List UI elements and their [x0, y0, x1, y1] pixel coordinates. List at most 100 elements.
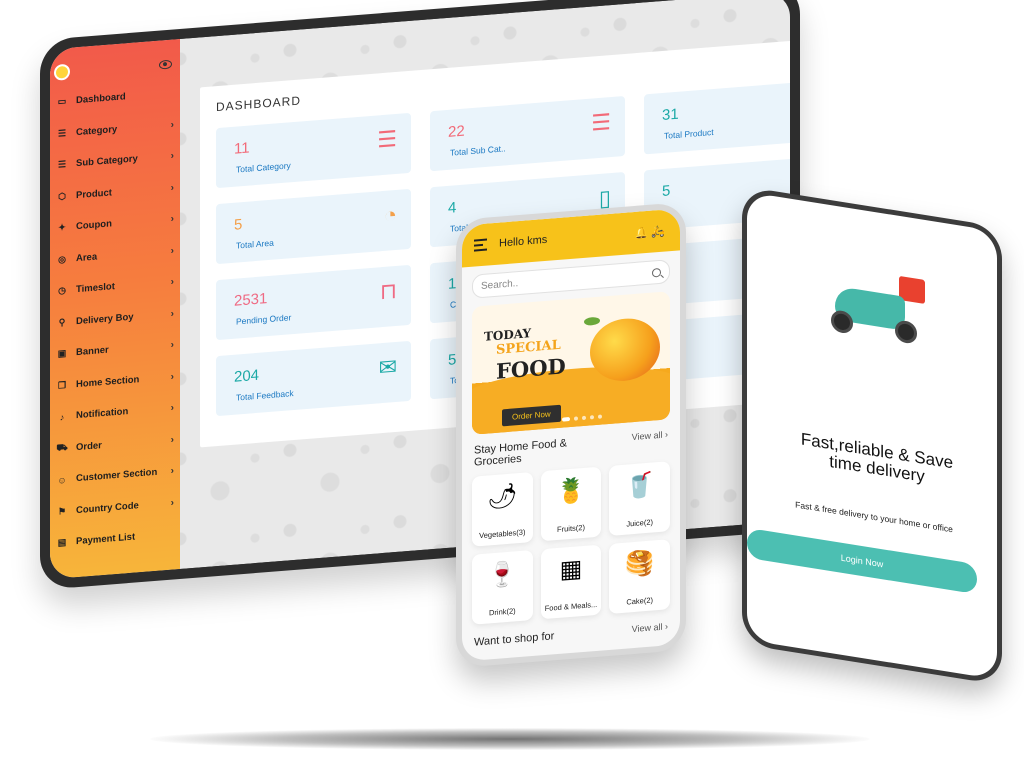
sidebar-item-label: Coupon: [76, 218, 112, 233]
sidebar-item-label: Dashboard: [76, 91, 126, 107]
box-icon: ⬡: [58, 190, 66, 202]
list-icon: ☰: [57, 159, 67, 170]
stat-value: 22: [448, 122, 465, 141]
sidebar-item-label: Delivery Boy: [76, 311, 134, 327]
sidebar-item-label: Order: [76, 439, 102, 453]
category-tile[interactable]: 🍍 Fruits(2): [540, 466, 602, 542]
chevron-right-icon: ›: [170, 371, 174, 383]
delivery-headline: Fast,reliable & Save time delivery: [800, 429, 954, 486]
category-name: Fruits(2): [557, 523, 585, 535]
compass-icon: ◎: [58, 253, 66, 265]
chevron-right-icon: ›: [170, 213, 174, 225]
category-name: Vegetables(3): [479, 527, 526, 541]
copy-icon: ❐: [57, 379, 67, 391]
category-tile[interactable]: 🍷 Drink(2): [472, 550, 533, 625]
pie-chart-icon: ◔: [383, 201, 397, 228]
stat-label: Total Category: [236, 160, 291, 175]
sidebar-item-label: Area: [76, 251, 98, 264]
stat-card[interactable]: 2531 Pending Order ⊓: [216, 264, 411, 341]
admin-tablet: ▭ Dashboard ☰ Category › ☰ Sub Category › ⬡ Produ…: [40, 0, 800, 590]
wine-icon: 🍷: [487, 560, 518, 590]
stat-card[interactable]: 22 Total Sub Cat.. ☰: [430, 95, 625, 172]
header-icons: 🔔🛵: [635, 224, 668, 240]
device-shadow: [150, 728, 870, 750]
app-header: Hello kms 🔔🛵: [462, 208, 680, 268]
flag-icon: ⚑: [57, 505, 67, 517]
stat-label: Total Product: [664, 126, 714, 141]
sidebar-item-label: Sub Category: [76, 153, 138, 170]
stat-label: Total Feedback: [236, 388, 294, 403]
bell-icon: ♪: [59, 411, 65, 423]
sidebar-item-label: Customer Section: [76, 467, 158, 485]
stat-value: 2531: [234, 290, 268, 310]
category-tile[interactable]: 🥞 Cake(2): [609, 539, 670, 615]
stat-label: Total Sub Cat..: [450, 143, 506, 158]
sidebar-item-label: Banner: [76, 344, 109, 359]
menu-icon[interactable]: [474, 238, 487, 252]
sidebar-item-label: Timeslot: [76, 281, 115, 296]
juice-icon: 🥤: [624, 471, 655, 501]
stat-value: 31: [662, 105, 679, 125]
category-tile[interactable]: ▦ Food & Meals...: [540, 544, 602, 620]
chevron-right-icon: ›: [170, 245, 174, 257]
stat-card[interactable]: 31Total Product⛟: [644, 79, 790, 155]
chevron-right-icon: ›: [170, 308, 174, 320]
chevron-right-icon: ›: [170, 402, 174, 414]
bell-icon[interactable]: 🔔: [635, 226, 652, 239]
chevron-right-icon: ›: [170, 434, 174, 446]
bike-icon: ⚲: [58, 316, 66, 328]
eye-icon[interactable]: [159, 59, 172, 70]
stat-value: 4: [448, 199, 457, 217]
image-icon: ▣: [57, 348, 67, 359]
stat-card[interactable]: 5 Total Area ◔: [216, 188, 411, 265]
list-icon: ☰: [57, 127, 67, 139]
stat-card[interactable]: 204 Total Feedback ✉: [216, 340, 411, 417]
monitor-icon: ▭: [57, 96, 67, 107]
delivery-phone: Fast,reliable & Save time delivery Fast …: [742, 186, 1002, 686]
sidebar-item-label: Home Section: [76, 373, 140, 390]
page-title: DASHBOARD: [216, 93, 302, 115]
view-all-link-2[interactable]: View all ›: [632, 622, 668, 637]
view-all-link[interactable]: View all ›: [632, 429, 668, 442]
oven-icon: ▦: [559, 555, 583, 585]
clock-icon: ◷: [58, 285, 66, 296]
category-tile[interactable]: 🌶 Vegetables(3): [472, 472, 533, 547]
sidebar-item-label: Category: [76, 123, 118, 138]
customer-screen: Hello kms 🔔🛵 Search.. TODAY SPECIAL FOOD…: [462, 208, 680, 662]
category-name: Drink(2): [488, 606, 516, 618]
cake-icon: 🥞: [624, 549, 655, 579]
pineapple-icon: 🍍: [556, 476, 586, 507]
promo-banner[interactable]: TODAY SPECIAL FOOD Order Now: [472, 291, 670, 435]
stat-label: Pending Order: [236, 312, 292, 327]
search-placeholder: Search..: [481, 277, 519, 292]
leaf-icon: [584, 316, 600, 326]
login-button[interactable]: Login Now: [747, 527, 977, 595]
chevron-right-icon: ›: [170, 119, 174, 131]
admin-sidebar: ▭ Dashboard ☰ Category › ☰ Sub Category › ⬡ Produ…: [50, 38, 180, 580]
stat-cards: 11 Total Category ☰ 22 Total Sub Cat.. ☰ 31 Tot…: [200, 37, 790, 417]
stat-value: 204: [234, 366, 260, 386]
stat-value: 5: [662, 182, 671, 201]
stat-card[interactable]: 11 Total Category ☰: [216, 112, 411, 189]
sidebar-item-label: Notification: [76, 406, 129, 422]
stat-value: 5: [234, 216, 243, 234]
money-icon: ▤: [57, 537, 67, 548]
stat-value: 11: [234, 139, 250, 158]
chevron-right-icon: ›: [170, 497, 174, 509]
sidebar-item-label: Product: [76, 187, 112, 201]
clipboard-icon: ▯: [598, 185, 611, 212]
chat-icon: ✉: [378, 353, 397, 381]
category-tile[interactable]: 🥤 Juice(2): [609, 461, 670, 537]
users-icon: ☺: [57, 474, 67, 486]
category-grid: 🌶 Vegetables(3) 🍍 Fruits(2) 🥤 Juice(2) 🍷 Drink(…: [462, 457, 680, 630]
chevron-right-icon: ›: [170, 150, 174, 162]
customer-phone: Hello kms 🔔🛵 Search.. TODAY SPECIAL FOOD…: [456, 201, 686, 668]
search-icon[interactable]: [652, 267, 661, 278]
shop-section-title: Want to shop for: [474, 630, 555, 649]
section-title: Stay Home Food & Groceries: [474, 437, 567, 469]
chevron-right-icon: ›: [170, 465, 174, 477]
delivery-subtext: Fast & free delivery to your home or off…: [795, 499, 953, 535]
scooter-icon[interactable]: 🛵: [651, 225, 668, 238]
sidebar-menu: ▭ Dashboard ☰ Category › ☰ Sub Category › ⬡ Produ…: [50, 77, 180, 560]
sidebar-item-label: Country Code: [76, 499, 139, 516]
